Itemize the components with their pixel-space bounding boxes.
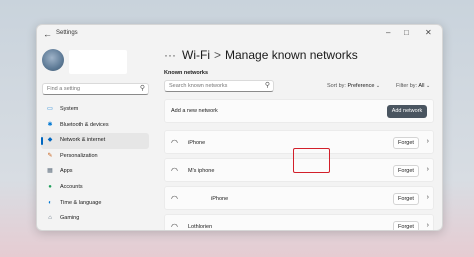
filter-value: All <box>418 83 425 89</box>
highlight-box <box>293 148 330 173</box>
window-title: Settings <box>56 30 78 36</box>
known-networks-search-input[interactable]: Search known networks ⚲ <box>164 80 274 92</box>
filter-dropdown[interactable]: Filter by: All ⌄ <box>396 83 430 89</box>
filter-label: Filter by: <box>396 83 418 89</box>
sidebar-item-bluetooth-devices[interactable]: ✱ Bluetooth & devices <box>41 118 149 134</box>
network-name: Lothlorien <box>188 224 213 230</box>
sidebar-item-accounts[interactable]: ● Accounts <box>41 180 149 196</box>
sidebar-item-apps[interactable]: ▦ Apps <box>41 164 149 180</box>
chevron-right-icon[interactable]: › <box>427 138 429 145</box>
network-name: iPhone <box>211 196 229 202</box>
sidebar-item-label: Network & internet <box>60 137 106 144</box>
avatar[interactable] <box>42 49 64 71</box>
forget-button[interactable]: Forget <box>393 165 419 177</box>
known-networks-heading: Known networks <box>164 70 209 76</box>
monitor-icon: ▭ <box>47 106 53 112</box>
forget-button[interactable]: Forget <box>393 137 419 149</box>
sidebar: Find a setting ⚲ ▭ System ✱ Bluetooth & dev… <box>37 45 153 230</box>
sidebar-item-label: Apps <box>60 168 73 175</box>
chevron-down-icon: ⌄ <box>375 83 381 89</box>
add-network-card: Add a new network Add network <box>164 99 434 123</box>
sort-dropdown[interactable]: Sort by: Preference ⌄ <box>327 83 380 89</box>
sidebar-item-network-internet[interactable]: ◆ Network & internet <box>41 133 149 149</box>
sidebar-item-label: Gaming <box>60 215 80 222</box>
brush-icon: ✎ <box>47 152 53 159</box>
globe-icon: ◐ <box>48 199 52 206</box>
network-name: iPhone <box>188 140 206 146</box>
sort-value: Preference <box>347 83 375 89</box>
gamepad-icon: ⌂ <box>48 215 52 222</box>
chevron-right-icon[interactable]: › <box>427 194 429 201</box>
page-title: Manage known networks <box>225 48 358 62</box>
sidebar-nav: ▭ System ✱ Bluetooth & devices ◆ Network & in… <box>41 102 149 227</box>
wifi-icon: ◠ <box>171 194 178 203</box>
breadcrumb-wifi[interactable]: Wi-Fi <box>182 48 210 62</box>
wifi-icon: ◠ <box>171 138 178 147</box>
minimize-button[interactable]: – <box>386 28 390 37</box>
sidebar-item-label: Accounts <box>60 183 83 190</box>
account-name-block <box>69 50 127 74</box>
add-network-label: Add a new network <box>171 108 218 114</box>
wifi-icon: ◠ <box>171 222 178 231</box>
sidebar-item-gaming[interactable]: ⌂ Gaming <box>41 211 149 227</box>
chevron-right-icon[interactable]: › <box>427 222 429 229</box>
sidebar-item-label: System <box>60 106 79 112</box>
title-bar: ← Settings – □ ✕ <box>37 25 442 45</box>
network-icon: ◆ <box>47 137 53 144</box>
sort-label: Sort by: <box>327 83 346 89</box>
selection-indicator <box>41 137 43 146</box>
chevron-down-icon: ⌄ <box>425 83 431 89</box>
sidebar-item-label: Bluetooth & devices <box>60 121 109 128</box>
add-network-button[interactable]: Add network <box>387 105 427 118</box>
breadcrumb: ··· Wi-Fi > Manage known networks <box>164 48 358 62</box>
apps-icon: ▦ <box>47 168 53 175</box>
sidebar-item-label: Personalization <box>60 152 98 159</box>
maximize-button[interactable]: □ <box>404 28 409 37</box>
main-content: ··· Wi-Fi > Manage known networks Known net… <box>164 45 436 231</box>
network-row[interactable]: ◠ Lothlorien Forget › <box>164 214 434 231</box>
sidebar-item-label: Time & language <box>60 199 102 206</box>
search-placeholder: Find a setting <box>47 86 81 92</box>
settings-window: ← Settings – □ ✕ Find a setting ⚲ ▭ Syste… <box>36 24 443 231</box>
forget-button[interactable]: Forget <box>393 221 419 230</box>
back-arrow-icon[interactable]: ← <box>43 29 52 39</box>
chevron-right-icon[interactable]: › <box>427 166 429 173</box>
search-icon: ⚲ <box>264 82 270 89</box>
person-icon: ● <box>48 183 52 190</box>
settings-search-input[interactable]: Find a setting ⚲ <box>42 83 149 95</box>
search-icon: ⚲ <box>139 85 145 92</box>
network-row[interactable]: ◠ iPhone Forget › <box>164 186 434 210</box>
forget-button[interactable]: Forget <box>393 193 419 205</box>
search-placeholder: Search known networks <box>169 83 228 89</box>
sidebar-item-system[interactable]: ▭ System <box>41 102 149 118</box>
breadcrumb-separator: > <box>213 48 221 62</box>
bluetooth-icon: ✱ <box>47 121 53 128</box>
wifi-icon: ◠ <box>171 166 178 175</box>
sidebar-item-personalization[interactable]: ✎ Personalization <box>41 149 149 165</box>
more-breadcrumbs-button[interactable]: ··· <box>164 48 176 62</box>
network-name: M's iphone <box>188 168 215 174</box>
sidebar-item-time-language[interactable]: ◐ Time & language <box>41 196 149 212</box>
close-button[interactable]: ✕ <box>425 28 432 37</box>
